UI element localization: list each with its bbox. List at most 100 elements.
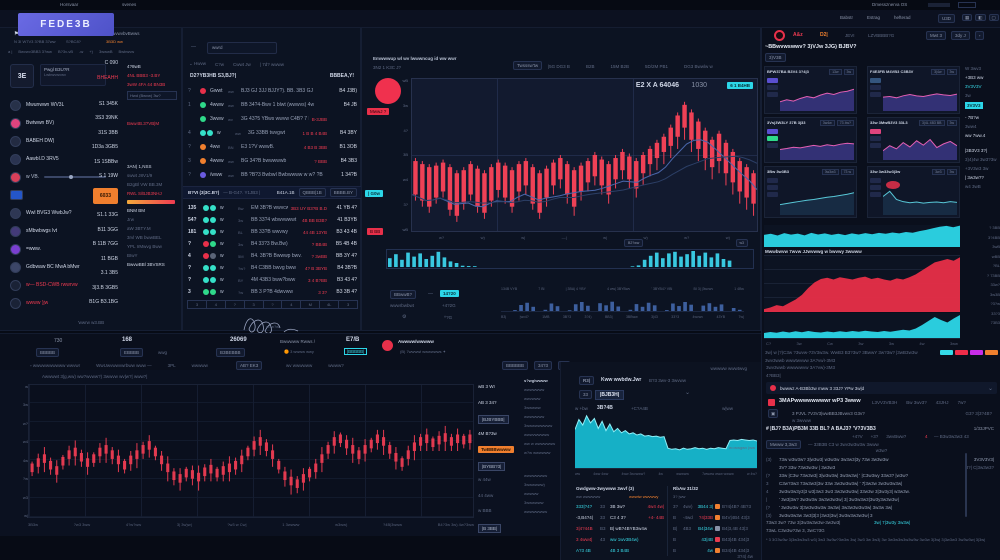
- page-button[interactable]: ?: [264, 301, 283, 308]
- strip-chip[interactable]: ▫: [975, 31, 985, 40]
- header-icon[interactable]: ◧: [975, 14, 985, 21]
- chevron-down-icon[interactable]: ⌄: [685, 389, 690, 396]
- meta-item[interactable]: 5D/2M PB1: [645, 64, 668, 69]
- gear-icon[interactable]: ⚙: [402, 314, 406, 320]
- footer-link-cyan[interactable]: 3w| 7|3w3y 3w3w|: [874, 520, 910, 525]
- filter-item[interactable]: B?3v-vB: [58, 49, 73, 54]
- search-tab-input[interactable]: wwrd: [207, 42, 277, 54]
- alert-chip[interactable]: MwwJ ?: [367, 108, 389, 115]
- strip-orange-label[interactable]: D2|: [820, 32, 828, 38]
- header-icon[interactable]: ▦: [962, 14, 972, 21]
- watchlist-row[interactable]: 135 w Bw EM 3B?B wwvcw 3B3 UY B3?B B.D 4…: [183, 202, 362, 214]
- timeframe-button[interactable]: Twsssw'tw: [513, 61, 542, 70]
- mini-chart-panel[interactable]: F4E3FB M4VB3 C3B3V3|4w3w: [867, 66, 960, 114]
- mini-chart-panel[interactable]: BPW37BA B3V4 3?4|313w3w: [764, 66, 857, 114]
- news-item[interactable]: (? 33w |C3w 73w3w3| 3|w3w3w| 3w3w3w| ' |…: [766, 471, 994, 479]
- page-button[interactable]: 3: [188, 301, 207, 308]
- right-chip[interactable]: 3)V3B: [765, 53, 786, 62]
- footer-link[interactable]: 73w3 3w? 73w 3|3w3w3w3w-3w3w3|: [766, 520, 840, 525]
- watchlist-row[interactable]: ? w 3w B4 33?3 Bw.Bw) ? BB4B B5 4B 4B: [183, 238, 362, 250]
- side-list-item[interactable]: 3wwwww: [524, 405, 558, 414]
- filter-item[interactable]: a |: [8, 49, 12, 54]
- watchlist-row[interactable]: 54? w 3w BB 33?4 wbwvwwwt 4B BB B3B? 41 …: [183, 214, 362, 226]
- footer-chip1[interactable]: BBwwB?: [390, 290, 416, 299]
- watchlist-filter[interactable]: | 7d? wwww: [260, 62, 284, 67]
- page-button[interactable]: 3: [339, 301, 357, 308]
- watchlist-row[interactable]: 181 w BL BB 33?B wwvwy 44 4B 13YB B3 43 …: [183, 226, 362, 238]
- stat-chip[interactable]: BBBBB: [36, 348, 59, 357]
- chevron-down-icon[interactable]: ⌄: [988, 385, 993, 392]
- page-button[interactable]: 4: [207, 301, 226, 308]
- feed-tab[interactable]: 43JHJ: [936, 400, 949, 405]
- mini-chart-panel[interactable]: 3Vs|3W3LY 37B 3|333w4w73 4w?: [764, 117, 857, 163]
- table-row[interactable]: 3 4ww4| 43 ww 1wv3B4w): [576, 534, 664, 545]
- side-list-item[interactable]: wwwvwwwww: [524, 432, 558, 441]
- watchlist-row[interactable]: 3www wv 3G 43?5 YBws wwvw C4B? 7 B3P B) …: [183, 112, 362, 126]
- value-box[interactable]: |BJB3H|: [595, 390, 624, 400]
- scrollbar[interactable]: [965, 453, 967, 517]
- volume-strip[interactable]: [386, 249, 754, 269]
- watchlist-row[interactable]: ? Gwwt ww BJ3 GJ 3JJ BJJY?). BB. 3B3 GJ …: [183, 84, 362, 98]
- toolbar-row2-item[interactable]: wwww?: [328, 363, 344, 368]
- feed-tab[interactable]: Bw 3wv3?: [906, 400, 927, 405]
- news-item[interactable]: (3) 73w w3w3w? 3|w3w3| w3w3w 3w3w3|3y 73…: [766, 455, 994, 463]
- menubar-widget[interactable]: [958, 2, 976, 8]
- menu-item[interactable]: svenes: [122, 2, 136, 7]
- footer-chip2[interactable]: 14?20: [440, 290, 459, 297]
- watchlist-filter[interactable]: ⌄ Hwvw: [189, 61, 206, 67]
- toolbar-row2-item[interactable]: wv wwwwww: [286, 363, 312, 368]
- table-row[interactable]: 3|4?44B B3 B| wB?4BYB3w4w: [576, 523, 664, 534]
- feed-tab[interactable]: 7w?: [958, 400, 966, 405]
- side-list-item[interactable]: wwwwwww: [524, 387, 558, 396]
- watchlist-row[interactable]: 4 w ww 3G 33BB twvgwt 1 B B 4 B4B B4 3BY: [183, 126, 362, 140]
- table-row[interactable]: 333|?4? 33 3B 3w? 4w4 4w|: [576, 501, 664, 512]
- header-icon[interactable]: ▢: [989, 14, 999, 21]
- toolbar-chip[interactable]: 34?3: [534, 361, 552, 370]
- filter-item[interactable]: -w: [79, 49, 83, 54]
- toolbar-chip[interactable]: BBBBBB: [502, 361, 528, 370]
- strip-item[interactable]: JEVI: [845, 33, 855, 38]
- side-list-item[interactable]: wwwwwwww: [524, 509, 558, 518]
- watchlist-row[interactable]: ? w BY 4M 43B3 bww?bww 3 4 B?BB B3 43 4?: [183, 274, 362, 286]
- side-list-item[interactable]: ww w wwwwwww: [524, 441, 558, 450]
- side-list-item[interactable]: 3wwwwww): [524, 482, 558, 491]
- strip-chip[interactable]: Mwt 3: [926, 31, 946, 40]
- candlestick-chart[interactable]: E2 X A 64046 1030 6 1 B4HB: [411, 78, 758, 232]
- toolbar-box[interactable]: AB? EK3: [236, 361, 262, 370]
- footer-bar-chart[interactable]: [501, 296, 744, 312]
- area-band-top[interactable]: [764, 225, 960, 247]
- menubar-widget[interactable]: [928, 3, 950, 7]
- alert-bubble[interactable]: [375, 78, 401, 104]
- side-list-item[interactable]: [524, 459, 558, 473]
- news-item[interactable]: | ' 3w3|3w? 3w3w3w 3w3w3w3w| 3| 3w3w3w3|…: [766, 495, 994, 503]
- table-row[interactable]: B 43|4B B43|4B 434|3: [673, 534, 759, 545]
- currency-selector[interactable]: U3D: [938, 14, 955, 23]
- mini-chart-panel[interactable]: 33w 3MwB3V3 33L33|4L 4B3 BB3w: [867, 117, 960, 163]
- menu-item-right[interactable]: Dmessznerva OS: [872, 2, 907, 7]
- meta-item[interactable]: |5G DG3 B: [548, 64, 570, 69]
- meta-item[interactable]: 15M B2B: [610, 64, 629, 69]
- toolbar-row2-item[interactable]: WwUwvwwvwrbww www —: [96, 363, 152, 368]
- news-item[interactable]: (3) 3w3w3w3w 3w3|3|3 |3w3|3w| 3w3w3w3w3w…: [766, 511, 994, 519]
- rsi-chip[interactable]: R3|: [579, 376, 594, 385]
- mini-chart-panel[interactable]: 33w 3w33w3|3w3w33w: [867, 166, 960, 218]
- filter-item[interactable]: +): [89, 49, 93, 54]
- side-list-item[interactable]: wwwwwww: [524, 414, 558, 423]
- watchlist-row[interactable]: ? w ?w? B4 C3BB bwvg bww 4? B 3BYB B4 3B…: [183, 262, 362, 274]
- cyan-chip[interactable]: |BBBBB|: [344, 348, 367, 355]
- page-button[interactable]: ?: [226, 301, 245, 308]
- toolbar-row2-item[interactable]: ▫ wwwwwwwwww wwvwr: [30, 363, 80, 368]
- watchlist-row[interactable]: 1 4www ww BB 34?4-Bwv 1 blwt (wwwvs) 4w …: [183, 98, 362, 112]
- table-row[interactable]: B -4wd ?4|33B B4V|4B4 43|3: [673, 512, 759, 523]
- watchlist-filter[interactable]: C?w: [215, 62, 224, 67]
- filter-item[interactable]: 3wwwB: [99, 49, 113, 54]
- watchlist-filter[interactable]: Cwwt Jw: [233, 62, 251, 67]
- page-button[interactable]: 4L: [320, 301, 339, 308]
- side-list-item[interactable]: wwvwww: [524, 396, 558, 405]
- collapse-handle[interactable]: —: [191, 44, 196, 50]
- side-list-item[interactable]: 3wwwwww: [524, 500, 558, 509]
- table-row[interactable]: A?3 4B 4B 3 B4B: [576, 545, 664, 556]
- side-list-item[interactable]: w?w wwwwww: [524, 450, 558, 459]
- nav-item[interactable]: Babstr: [840, 15, 853, 20]
- count-chip[interactable]: 33: [579, 390, 592, 399]
